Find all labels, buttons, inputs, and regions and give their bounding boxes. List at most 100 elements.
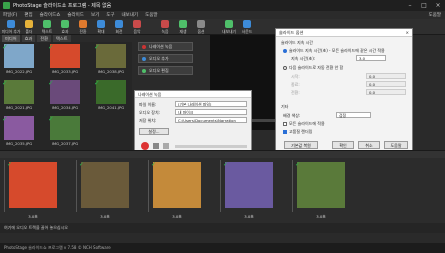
high-quality-checkbox[interactable]: 고품질 렌더링 (283, 129, 312, 135)
restore-defaults-button[interactable]: 기본값 복원 (284, 141, 318, 149)
media-bin: ✓ IMG_2022.JPG ✓ IMG_2033.JPG ✓ IMG_2021.JPG ✓… (0, 42, 132, 150)
audio-side-buttons: 나레이션 녹음 오디오 추가 오디오 편집 (138, 42, 193, 78)
media-thumbnail[interactable]: ✓ IMG_2041.JPG (94, 79, 126, 110)
media-thumbnail[interactable]: ✓ IMG_2037.JPG (48, 115, 80, 146)
radio-on-icon (283, 49, 287, 53)
menu-help[interactable]: 도움말 (145, 12, 157, 18)
save-location-field[interactable]: C:\Users\Documents\Narration (175, 117, 247, 123)
thumbnail-image (96, 80, 126, 104)
radio-same-duration[interactable]: 슬라이드 지속 시간(초) - 모든 슬라이드에 같은 시간 적용 (283, 48, 385, 54)
slide-options-dialog: 슬라이드 옵션 × 슬라이드 지속 시간 슬라이드 지속 시간(초) - 모든 슬… (275, 28, 413, 153)
toolbar-button-1[interactable]: 폴더 (20, 19, 38, 35)
toolbar-button-9[interactable]: 재생 (174, 19, 192, 35)
tab-transitions[interactable]: 전환 (37, 35, 51, 42)
timeline-clip[interactable]: ✓ 3.0초 (148, 160, 204, 219)
thumbnail-image (4, 116, 34, 140)
toolbar-button-4[interactable]: 전환 (74, 19, 92, 35)
edit-audio-button[interactable]: 오디오 편집 (138, 66, 193, 75)
media-thumbnail[interactable]: ✓ IMG_2022.JPG (2, 43, 34, 74)
start-field[interactable]: 0.0 (366, 73, 406, 79)
toolbar-button-8[interactable]: 녹음 (156, 19, 174, 35)
options-dialog-title: 슬라이드 옵션 × (276, 29, 412, 37)
toolbar-icon (179, 20, 187, 28)
toolbar-button-12[interactable]: 사운드 (238, 19, 256, 35)
cancel-button[interactable]: 취소 (358, 141, 380, 149)
record-button[interactable] (141, 142, 149, 150)
file-name-field[interactable]: [기본 나레이션 파일] (175, 101, 247, 107)
timeline: ✓ 3.0초 ✓ 3.0초 ✓ 3.0초 ✓ 3.0초 ✓ 3.0초 (0, 150, 445, 223)
help-link[interactable]: 도움말 (429, 12, 441, 18)
added-check-icon: ✓ (2, 115, 8, 123)
stop-button[interactable] (153, 143, 159, 149)
toolbar-button-3[interactable]: 효과 (56, 19, 74, 35)
thumbnail-caption: IMG_2033.JPG (51, 69, 79, 74)
timeline-clip[interactable]: ✓ 3.0초 (4, 160, 60, 219)
menu-view[interactable]: 보기 (91, 12, 99, 18)
timeline-clip[interactable]: ✓ 3.0초 (292, 160, 348, 219)
menu-slide[interactable]: 슬라이드 (67, 12, 84, 18)
ok-button[interactable]: 확인 (332, 141, 354, 149)
media-thumbnail[interactable]: ✓ IMG_2034.JPG (48, 79, 80, 110)
close-button[interactable]: × (431, 0, 445, 11)
add-audio-button[interactable]: 오디오 추가 (138, 54, 193, 63)
added-check-icon: ✓ (94, 79, 100, 87)
added-check-icon: ✓ (48, 115, 54, 123)
menu-export[interactable]: 내보내기 (122, 12, 139, 18)
help-button[interactable]: 도움말 (384, 141, 408, 149)
media-thumbnail[interactable]: ✓ IMG_2033.JPG (48, 43, 80, 74)
dialog-close-icon[interactable]: × (405, 29, 409, 37)
audio-device-select[interactable]: 내 마이크 (175, 109, 247, 115)
start-label: 시작: (291, 74, 300, 79)
checkbox-checked-icon (283, 130, 287, 134)
toolbar-icon (25, 20, 33, 28)
toolbar-button-11[interactable]: 내보내기 (220, 19, 238, 35)
tab-text[interactable]: 텍스트 (53, 35, 71, 42)
duration-field[interactable]: 3.0 (356, 55, 386, 61)
pause-button[interactable] (163, 143, 169, 149)
toolbar-label: 녹음 (161, 29, 169, 34)
checkbox-box (283, 122, 287, 126)
thumbnail-caption: IMG_2035.JPG (5, 141, 33, 146)
audio-track[interactable]: 여기에 오디오 트랙을 끌어 놓으십시오 (0, 223, 445, 233)
clip-duration: 3.0초 (100, 214, 110, 219)
media-thumbnail[interactable]: ✓ IMG_2035.JPG (2, 115, 34, 146)
audio-device-label: 오디오 장치: (139, 110, 161, 115)
record-narration-button[interactable]: 나레이션 녹음 (138, 42, 193, 51)
toolbar-icon (133, 20, 141, 28)
file-name-label: 파일 이름: (139, 102, 157, 107)
maximize-button[interactable]: □ (417, 0, 431, 11)
timeline-ruler[interactable] (0, 151, 445, 158)
thumbnail-caption: IMG_2022.JPG (5, 69, 33, 74)
end-field[interactable]: 0.0 (366, 81, 406, 87)
background-color-select[interactable]: 검정 (336, 112, 371, 118)
menu-slideshow[interactable]: 슬라이드쇼 (40, 12, 61, 18)
record-dialog-title: 나레이션 녹음 (135, 91, 251, 98)
toolbar-button-7[interactable]: 음악 (128, 19, 146, 35)
minimize-button[interactable]: – (403, 0, 417, 11)
transition-field[interactable]: 0.0 (366, 89, 406, 95)
apply-all-checkbox[interactable]: 모든 슬라이드에 적용 (283, 121, 325, 127)
media-thumbnail[interactable]: ✓ IMG_2038.JPG (94, 43, 126, 74)
audio-icon (142, 56, 146, 61)
toolbar-button-10[interactable]: 옵션 (192, 19, 210, 35)
toolbar-icon (161, 20, 169, 28)
menu-edit[interactable]: 편집 (24, 12, 32, 18)
settings-button[interactable]: 설정... (139, 128, 169, 135)
thumbnail-image (4, 44, 34, 68)
toolbar-button-2[interactable]: 텍스트 (38, 19, 56, 35)
menu-tools[interactable]: 도구 (106, 12, 114, 18)
radio-no-advance[interactable]: 다음 슬라이드로 자동 전환 안 함 (283, 65, 343, 71)
media-thumbnail[interactable]: ✓ IMG_2021.JPG (2, 79, 34, 110)
toolbar-button-5[interactable]: 확대 (92, 19, 110, 35)
timeline-clip[interactable]: ✓ 3.0초 (76, 160, 132, 219)
thumbnail-caption: IMG_2037.JPG (51, 141, 79, 146)
tab-media[interactable]: 미디어 (2, 35, 20, 42)
thumbnail-caption: IMG_2041.JPG (97, 105, 125, 110)
menu-file[interactable]: 파일(F) (3, 12, 17, 18)
added-check-icon: ✓ (48, 43, 54, 51)
toolbar-button-6[interactable]: 회전 (110, 19, 128, 35)
tab-effects[interactable]: 효과 (21, 35, 36, 42)
title-bar: PhotoStage 슬라이드쇼 프로그램 - 제목 없음 – □ × (0, 0, 445, 11)
toolbar-button-0[interactable]: 미디어 추가 (2, 19, 20, 35)
timeline-clip[interactable]: ✓ 3.0초 (220, 160, 276, 219)
